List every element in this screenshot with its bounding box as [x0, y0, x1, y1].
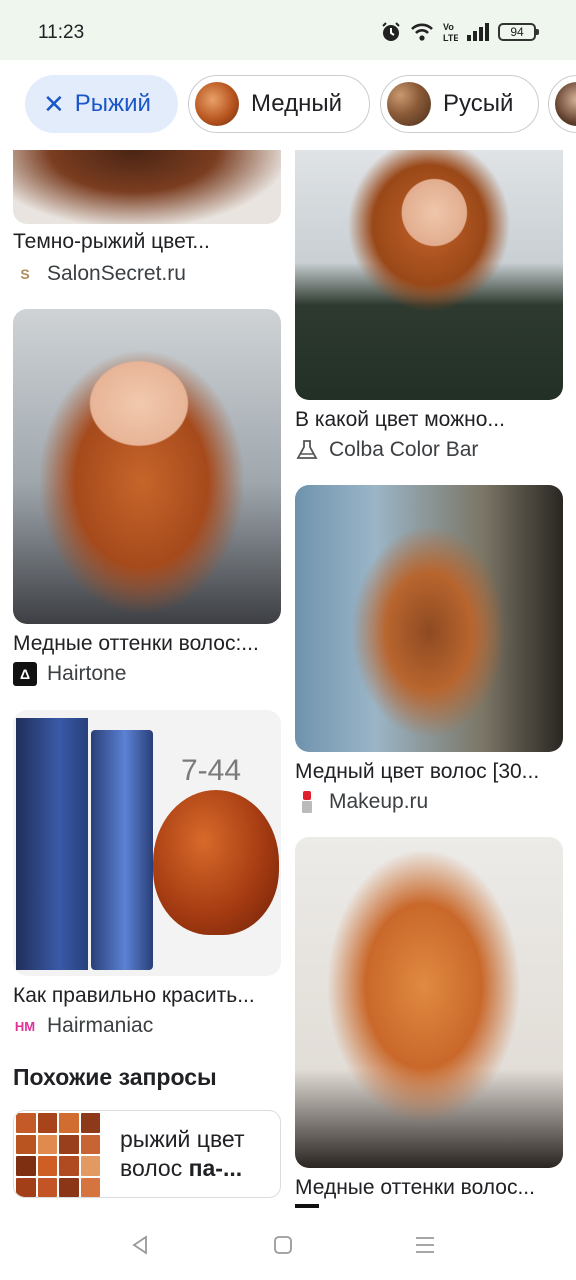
salonsecret-logo-icon: S: [20, 266, 30, 282]
colba-logo-icon: [295, 438, 319, 462]
chip-ryzhiy-selected[interactable]: ✕ Рыжий: [25, 75, 178, 133]
product-box: [16, 718, 88, 970]
result-title[interactable]: Медный цвет волос [30...: [295, 760, 563, 784]
related-search-text: рыжий цвет волос па-...: [120, 1126, 245, 1181]
result-title[interactable]: Медные оттенки волос:...: [13, 632, 281, 656]
result-source[interactable]: Δ Hairtone: [13, 662, 126, 686]
chip-thumbnail: [555, 82, 576, 126]
result-source[interactable]: HM Hairmaniac: [13, 1014, 153, 1038]
chip-more[interactable]: [548, 75, 576, 133]
result-title[interactable]: Как правильно красить...: [13, 984, 281, 1008]
back-icon[interactable]: [125, 1230, 155, 1260]
related-search-card[interactable]: рыжий цвет волос па-...: [13, 1110, 281, 1198]
result-source[interactable]: Colba Color Bar: [295, 438, 478, 462]
result-image-4[interactable]: [295, 150, 563, 400]
volte-icon: Vo LTE: [442, 21, 458, 43]
signal-icon: [466, 22, 490, 42]
status-icons: Vo LTE 94: [380, 20, 539, 44]
result-image-5[interactable]: [295, 485, 563, 752]
hairtone-logo-icon: Δ: [13, 662, 37, 686]
result-source[interactable]: Makeup.ru: [295, 790, 428, 814]
result-source[interactable]: S SalonSecret.ru: [13, 262, 186, 286]
makeup-logo-icon: [295, 790, 319, 814]
svg-text:LTE: LTE: [443, 33, 458, 43]
result-title[interactable]: Темно-рыжий цвет...: [13, 230, 281, 254]
related-thumbnail: [14, 1111, 102, 1197]
system-nav-bar: [0, 1208, 576, 1280]
result-image-3[interactable]: 7-44: [13, 710, 281, 976]
result-title[interactable]: Медные оттенки волос...: [295, 1176, 563, 1200]
chip-medny[interactable]: Медный: [188, 75, 370, 133]
status-bar: 11:23 Vo LTE 94: [0, 0, 576, 60]
chip-label: Медный: [251, 90, 342, 117]
result-image-1[interactable]: [13, 150, 281, 224]
chip-rusy[interactable]: Русый: [380, 75, 539, 133]
filter-chip-row[interactable]: ✕ Рыжий Медный Русый: [0, 60, 576, 150]
shade-label: 7-44: [181, 754, 242, 787]
related-searches-heading: Похожие запросы: [13, 1064, 217, 1090]
hair-swatch: [153, 790, 279, 935]
product-tube: [91, 730, 153, 970]
chip-thumbnail: [195, 82, 239, 126]
status-time: 11:23: [38, 22, 85, 43]
recents-icon[interactable]: [410, 1230, 440, 1260]
chip-label: Русый: [443, 90, 514, 117]
close-icon[interactable]: ✕: [43, 91, 65, 117]
battery-icon: 94: [498, 23, 539, 41]
svg-text:Vo: Vo: [443, 22, 454, 32]
chip-label: Рыжий: [74, 90, 151, 117]
alarm-icon: [380, 21, 402, 43]
result-title[interactable]: В какой цвет можно...: [295, 408, 563, 432]
result-image-6[interactable]: [295, 837, 563, 1168]
chip-thumbnail: [387, 82, 431, 126]
home-icon[interactable]: [268, 1230, 298, 1260]
hairmaniac-logo-icon: HM: [14, 1018, 36, 1034]
wifi-icon: [410, 22, 434, 42]
result-image-2[interactable]: [13, 309, 281, 624]
